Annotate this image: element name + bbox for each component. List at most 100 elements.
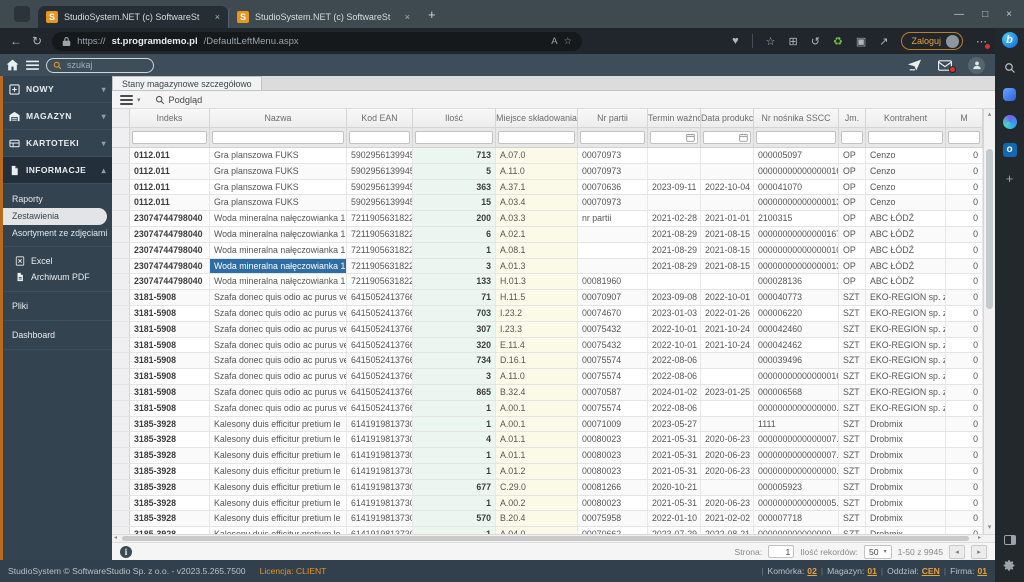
cell[interactable]: Kalesony duis efficitur pretium le: [210, 416, 347, 432]
cell[interactable]: 0112.011: [130, 148, 210, 163]
cell[interactable]: 0000000000000000...: [754, 463, 839, 479]
cell[interactable]: 2021-02-28: [648, 211, 701, 226]
cell[interactable]: 2020-10-21: [648, 479, 701, 495]
calendar-icon[interactable]: [739, 133, 748, 142]
cell[interactable]: 6415052413766: [347, 384, 413, 400]
cell[interactable]: OP: [839, 274, 866, 290]
cell[interactable]: [701, 369, 754, 384]
row-indicator[interactable]: [112, 305, 130, 321]
table-row[interactable]: 3185-3928Kalesony duis efficitur pretium…: [112, 416, 983, 433]
cell[interactable]: 0112.011: [130, 179, 210, 195]
cell[interactable]: 677: [413, 479, 496, 495]
cell[interactable]: I.23.2: [496, 305, 578, 321]
cell[interactable]: Drobmix: [866, 463, 946, 479]
scrollbar-thumb[interactable]: [122, 536, 969, 541]
filter-input[interactable]: [650, 131, 698, 144]
cell[interactable]: 00070662: [578, 527, 648, 534]
tab-close-icon[interactable]: ×: [405, 12, 410, 22]
cell[interactable]: [701, 195, 754, 211]
row-indicator[interactable]: [112, 432, 130, 448]
bing-logo-icon[interactable]: b: [1001, 32, 1018, 48]
cell[interactable]: 0: [946, 211, 983, 226]
cell[interactable]: 2020-06-23: [701, 495, 754, 511]
cell[interactable]: SZT: [839, 337, 866, 353]
table-row[interactable]: 3185-3928Kalesony duis efficitur pretium…: [112, 479, 983, 496]
cell[interactable]: SZT: [839, 369, 866, 384]
cell[interactable]: 0: [946, 369, 983, 384]
row-indicator[interactable]: [112, 211, 130, 226]
read-aloud-icon[interactable]: A: [551, 36, 557, 47]
cell[interactable]: 6415052413766: [347, 305, 413, 321]
scroll-left-icon[interactable]: ◂: [114, 535, 117, 542]
favorite-star-icon[interactable]: ☆: [564, 36, 573, 47]
cell[interactable]: ABC ŁÓDŹ: [866, 274, 946, 290]
cell[interactable]: H.01.3: [496, 274, 578, 290]
cell[interactable]: 00070587: [578, 384, 648, 400]
cell[interactable]: 2021-02-02: [701, 511, 754, 527]
refresh-icon[interactable]: ↻: [32, 34, 42, 48]
filter-input[interactable]: [415, 131, 493, 144]
cell[interactable]: 15: [413, 195, 496, 211]
cell[interactable]: 3185-3928: [130, 448, 210, 463]
cell[interactable]: SZT: [839, 448, 866, 463]
table-row[interactable]: 3181-5908 Szafa donec quis odio ac purus …: [112, 353, 983, 370]
cell[interactable]: ABC ŁÓDŹ: [866, 242, 946, 258]
cell[interactable]: C.29.0: [496, 479, 578, 495]
cell[interactable]: Szafa donec quis odio ac purus vest...: [210, 369, 347, 384]
table-row[interactable]: 23074744798040 Woda mineralna nałęczowian…: [112, 242, 983, 259]
cell[interactable]: 00075432: [578, 337, 648, 353]
cell[interactable]: Kalesony duis efficitur pretium le: [210, 527, 347, 534]
cell[interactable]: Kalesony duis efficitur pretium le: [210, 479, 347, 495]
column-header[interactable]: Kod EAN: [347, 109, 413, 127]
filter-input[interactable]: [580, 131, 645, 144]
cell[interactable]: Woda mineralna nałęczowianka 1,5 l: [210, 226, 347, 242]
tab-close-icon[interactable]: ×: [215, 12, 220, 22]
cell[interactable]: OP: [839, 242, 866, 258]
cell[interactable]: A.07.0: [496, 148, 578, 163]
cell[interactable]: nr partii: [578, 211, 648, 226]
browser-essentials-icon[interactable]: ♥: [732, 35, 739, 47]
browser-tab-active[interactable]: S StudioSystem.NET (c) SoftwareSt ×: [38, 6, 228, 28]
cell[interactable]: SZT: [839, 400, 866, 416]
cell[interactable]: A.02.1: [496, 226, 578, 242]
cell[interactable]: A.01.1: [496, 448, 578, 463]
settings-gear-icon[interactable]: [1003, 559, 1016, 572]
cell[interactable]: [578, 258, 648, 274]
share-icon[interactable]: ↗: [879, 35, 888, 48]
workspaces-icon[interactable]: [14, 6, 30, 22]
cell[interactable]: Drobmix: [866, 448, 946, 463]
cell[interactable]: SZT: [839, 321, 866, 337]
prev-page-button[interactable]: ◂: [949, 544, 965, 559]
cell[interactable]: OP: [839, 179, 866, 195]
cell[interactable]: SZT: [839, 511, 866, 527]
cell[interactable]: Cenzo: [866, 195, 946, 211]
cell[interactable]: 2023-01-03: [648, 305, 701, 321]
cell[interactable]: Szafa donec quis odio ac purus vest...: [210, 290, 347, 305]
cell[interactable]: 3181-5908: [130, 384, 210, 400]
cell[interactable]: 6141919813730: [347, 527, 413, 534]
cell[interactable]: 0: [946, 226, 983, 242]
cell[interactable]: 200: [413, 211, 496, 226]
cell[interactable]: 2022-08-21: [701, 527, 754, 534]
cell[interactable]: 2023-09-11: [648, 179, 701, 195]
table-row[interactable]: 3185-3928Kalesony duis efficitur pretium…: [112, 511, 983, 528]
cell[interactable]: 0: [946, 195, 983, 211]
cell[interactable]: 0112.011: [130, 195, 210, 211]
cell[interactable]: 00070973: [578, 163, 648, 179]
table-row[interactable]: 3181-5908 Szafa donec quis odio ac purus …: [112, 290, 983, 306]
cell[interactable]: I.23.3: [496, 321, 578, 337]
cell[interactable]: Szafa donec quis odio ac purus vest...: [210, 305, 347, 321]
cell[interactable]: 6141919813730: [347, 416, 413, 432]
table-row[interactable]: 0112.011 Gra planszowa FUKS 5902956139945 1…: [112, 195, 983, 212]
row-indicator[interactable]: [112, 258, 130, 274]
cell[interactable]: 2021-08-15: [701, 258, 754, 274]
cell[interactable]: 3181-5908: [130, 353, 210, 369]
column-header[interactable]: Ilość: [413, 109, 496, 127]
browser-tab-inactive[interactable]: S StudioSystem.NET (c) SoftwareSt ×: [228, 6, 418, 28]
cell[interactable]: Szafa donec quis odio ac purus vest...: [210, 384, 347, 400]
cell[interactable]: OP: [839, 226, 866, 242]
cell[interactable]: EKO-REGION sp. z o.o.: [866, 353, 946, 369]
row-indicator[interactable]: [112, 179, 130, 195]
sidebar-item-pliki[interactable]: Pliki: [3, 299, 112, 313]
cell[interactable]: 000042462: [754, 337, 839, 353]
